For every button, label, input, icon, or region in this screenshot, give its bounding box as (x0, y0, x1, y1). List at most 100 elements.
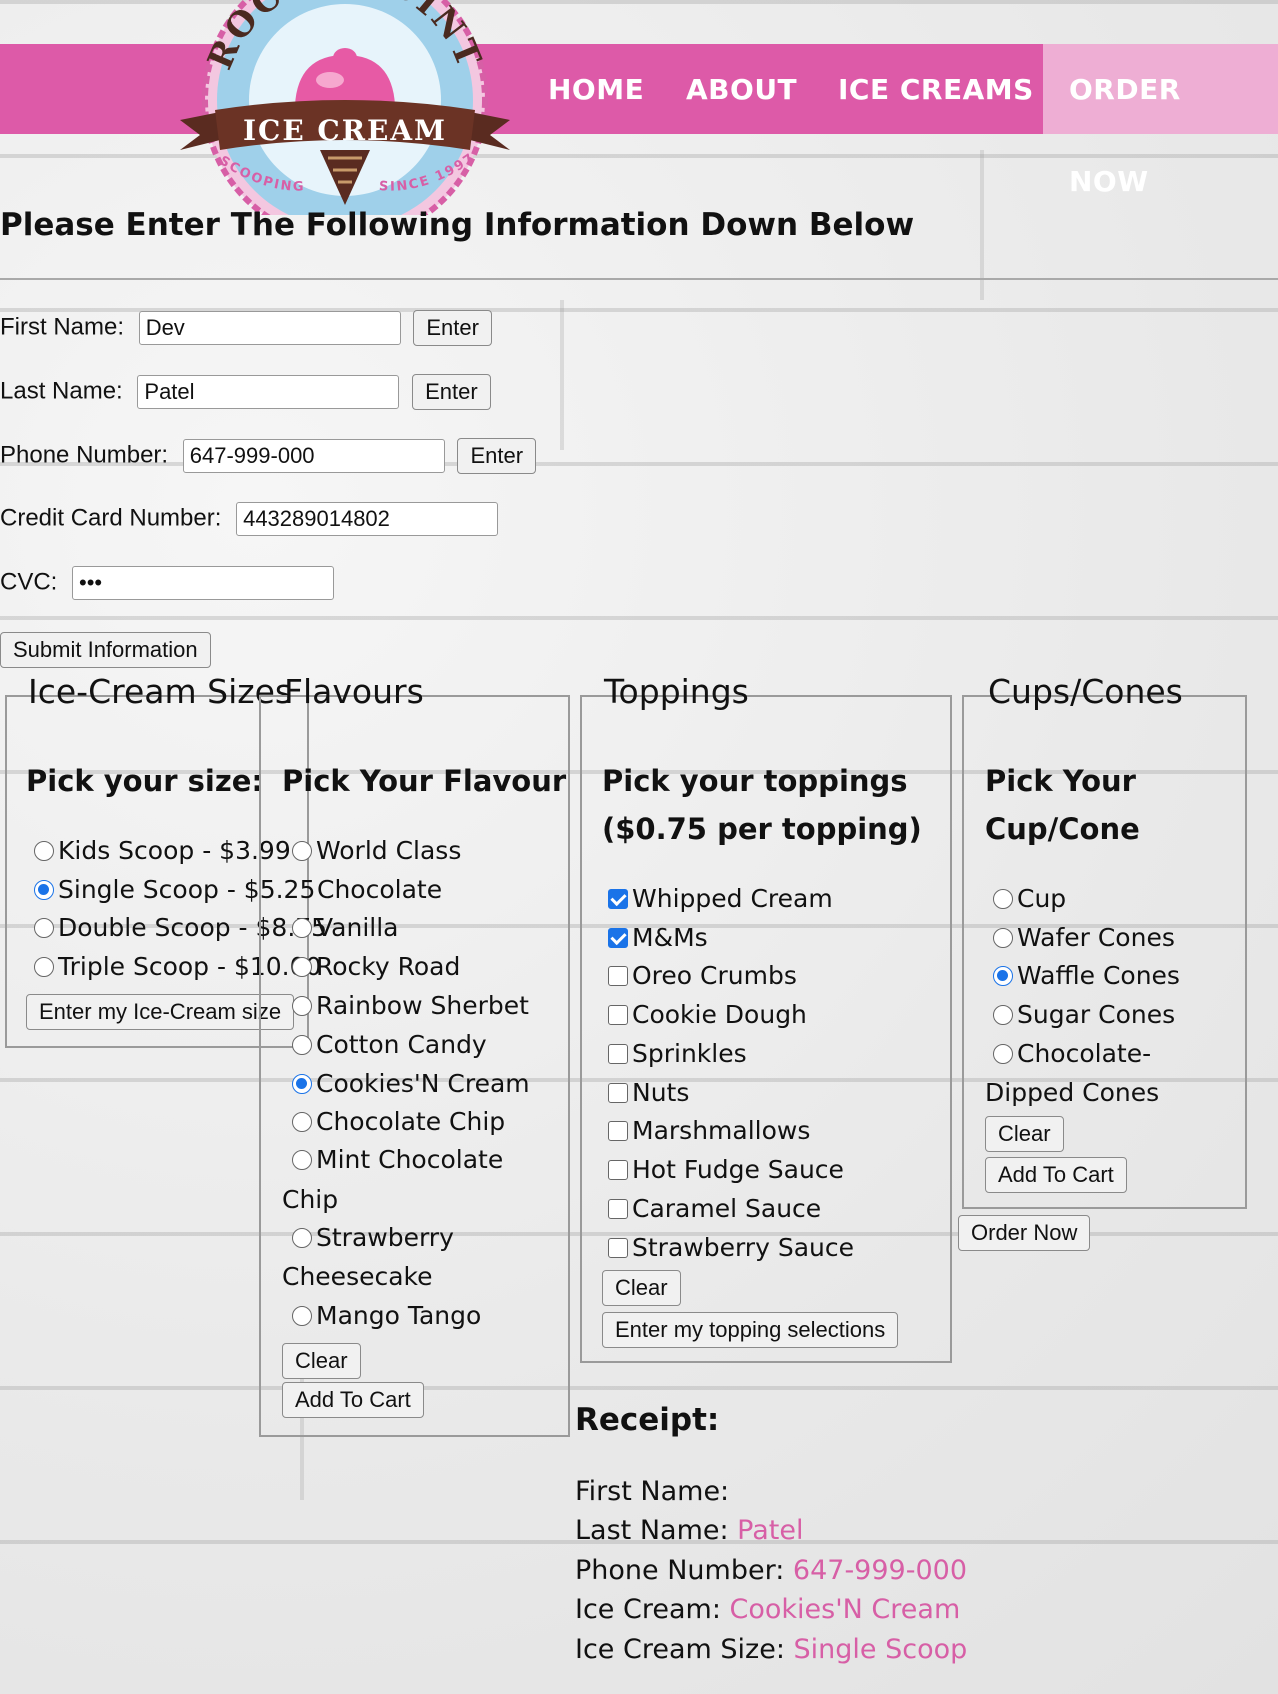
flavour-option[interactable]: Mint Chocolate (292, 1145, 503, 1174)
checkbox-icon[interactable] (608, 1083, 628, 1103)
brick-line (560, 300, 564, 450)
radio-icon[interactable] (34, 841, 54, 861)
radio-icon[interactable] (993, 1005, 1013, 1025)
flavour-option[interactable]: Strawberry (292, 1223, 454, 1252)
topping-option[interactable]: Sprinkles (608, 1039, 747, 1068)
nav-about[interactable]: ABOUT (686, 44, 797, 134)
flavour-option[interactable]: Mango Tango (292, 1301, 481, 1330)
rocky-point-logo[interactable]: ROCKY POINT ICE CREAM SCOOPING SINCE 199… (170, 0, 520, 215)
nav-home[interactable]: HOME (548, 44, 644, 134)
cone-option[interactable]: Wafer Cones (993, 923, 1175, 952)
cones-clear-button[interactable]: Clear (985, 1116, 1064, 1152)
flavours-add-to-cart-button[interactable]: Add To Cart (282, 1382, 424, 1418)
phone-input[interactable]: 647-999-000 (182, 439, 445, 473)
checkbox-icon[interactable] (608, 1199, 628, 1219)
radio-icon[interactable] (993, 1044, 1013, 1064)
last-name-row: Last Name: Patel Enter (0, 374, 491, 410)
topping-option[interactable]: Whipped Cream (608, 884, 833, 913)
topping-option[interactable]: Caramel Sauce (608, 1194, 821, 1223)
first-name-input[interactable]: Dev (138, 311, 401, 345)
radio-icon[interactable] (292, 841, 312, 861)
flavour-option[interactable]: Chocolate (317, 875, 442, 904)
radio-icon[interactable] (292, 957, 312, 977)
radio-icon[interactable] (292, 918, 312, 938)
page-heading: Please Enter The Following Information D… (0, 207, 915, 243)
radio-selected-icon[interactable] (993, 966, 1013, 986)
cone-option[interactable]: Waffle Cones (993, 961, 1180, 990)
submit-information-button[interactable]: Submit Information (0, 632, 211, 668)
nav-order-now[interactable]: ORDER NOW (1043, 44, 1278, 198)
topping-option[interactable]: Marshmallows (608, 1116, 810, 1145)
flavour-option[interactable]: Cookies'N Cream (292, 1069, 530, 1098)
toppings-clear-button[interactable]: Clear (602, 1270, 681, 1306)
checkbox-icon[interactable] (608, 1121, 628, 1141)
cone-option-wrap: Dipped Cones (985, 1078, 1160, 1107)
credit-card-input[interactable]: 443289014802 (236, 502, 499, 536)
cone-option[interactable]: Sugar Cones (993, 1000, 1175, 1029)
last-name-enter-button[interactable]: Enter (412, 374, 491, 410)
order-now-button[interactable]: Order Now (958, 1215, 1091, 1251)
radio-icon[interactable] (292, 1150, 312, 1170)
checkbox-icon[interactable] (608, 1160, 628, 1180)
flavour-option[interactable]: Rocky Road (292, 952, 460, 981)
topping-option[interactable]: Strawberry Sauce (608, 1233, 854, 1262)
flavours-legend: Flavours (284, 672, 424, 711)
phone-enter-button[interactable]: Enter (457, 438, 537, 474)
sizes-legend: Ice-Cream Sizes (28, 672, 293, 711)
radio-icon[interactable] (34, 918, 54, 938)
divider (0, 278, 1278, 280)
radio-icon[interactable] (292, 1228, 312, 1248)
cone-option[interactable]: Cup (993, 884, 1066, 913)
flavour-option[interactable]: Cotton Candy (292, 1030, 487, 1059)
first-name-row: First Name: Dev Enter (0, 310, 492, 346)
checkbox-checked-icon[interactable] (608, 928, 628, 948)
cones-title: Pick Your (985, 764, 1136, 798)
radio-icon[interactable] (993, 889, 1013, 909)
cvc-row: CVC: ••• (0, 566, 335, 600)
radio-icon[interactable] (34, 957, 54, 977)
radio-icon[interactable] (292, 1112, 312, 1132)
size-option[interactable]: Kids Scoop - $3.99 (34, 836, 291, 865)
first-name-label: First Name: (0, 313, 125, 341)
checkbox-icon[interactable] (608, 1044, 628, 1064)
credit-card-row: Credit Card Number: 443289014802 (0, 502, 499, 536)
checkbox-icon[interactable] (608, 1005, 628, 1025)
radio-selected-icon[interactable] (292, 1074, 312, 1094)
receipt-first-name: First Name: (575, 1476, 730, 1507)
topping-option[interactable]: Oreo Crumbs (608, 961, 797, 990)
radio-icon[interactable] (292, 1035, 312, 1055)
cones-title-line2: Cup/Cone (985, 812, 1140, 846)
flavour-option[interactable]: World Class (292, 836, 461, 865)
topping-option[interactable]: Hot Fudge Sauce (608, 1155, 844, 1184)
phone-row: Phone Number: 647-999-000 Enter (0, 438, 537, 474)
flavour-option[interactable]: Chocolate Chip (292, 1107, 505, 1136)
radio-icon[interactable] (292, 1306, 312, 1326)
first-name-enter-button[interactable]: Enter (413, 310, 492, 346)
cvc-input[interactable]: ••• (72, 566, 335, 600)
sizes-title: Pick your size: (26, 764, 263, 798)
enter-toppings-button[interactable]: Enter my topping selections (602, 1312, 899, 1348)
cone-option[interactable]: Chocolate- (993, 1039, 1151, 1068)
last-name-input[interactable]: Patel (137, 375, 400, 409)
radio-selected-icon[interactable] (34, 880, 54, 900)
receipt-size: Ice Cream Size: Single Scoop (575, 1634, 968, 1665)
radio-icon[interactable] (993, 928, 1013, 948)
checkbox-checked-icon[interactable] (608, 889, 628, 909)
receipt-last-name: Last Name: Patel (575, 1515, 804, 1546)
checkbox-icon[interactable] (608, 966, 628, 986)
cones-add-to-cart-button[interactable]: Add To Cart (985, 1157, 1127, 1193)
nav-ice-creams[interactable]: ICE CREAMS (838, 44, 1034, 134)
topping-option[interactable]: M&Ms (608, 923, 708, 952)
topping-option[interactable]: Cookie Dough (608, 1000, 807, 1029)
flavour-option-wrap: Cheesecake (282, 1262, 433, 1291)
toppings-title-price: ($0.75 per topping) (602, 812, 922, 846)
flavours-clear-button[interactable]: Clear (282, 1343, 361, 1379)
checkbox-icon[interactable] (608, 1238, 628, 1258)
flavour-option[interactable]: Rainbow Sherbet (292, 991, 529, 1020)
flavour-option-wrap: Chip (282, 1185, 339, 1214)
radio-icon[interactable] (292, 996, 312, 1016)
enter-size-button[interactable]: Enter my Ice-Cream size (26, 994, 295, 1030)
flavour-option[interactable]: Vanilla (292, 913, 398, 942)
phone-label: Phone Number: (0, 441, 169, 469)
topping-option[interactable]: Nuts (608, 1078, 689, 1107)
